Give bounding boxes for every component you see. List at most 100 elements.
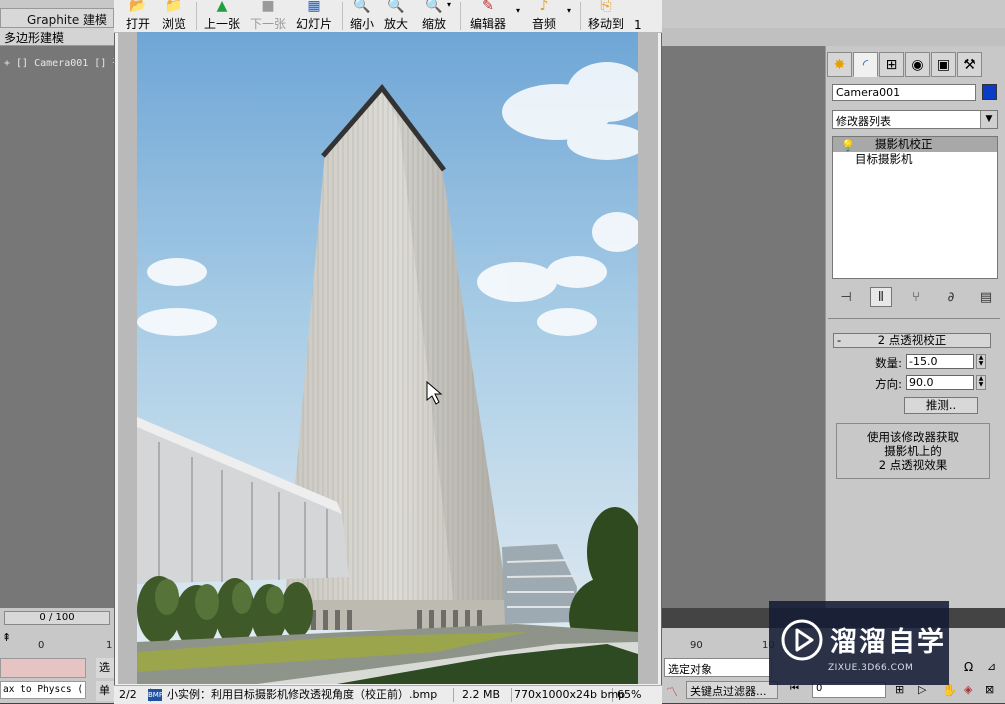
command-panel [825, 46, 1005, 608]
slideshow-button[interactable]: ▦ 幻灯片 [296, 0, 332, 32]
browse-icon: 📁 [165, 0, 183, 14]
configure-modifier-sets-icon[interactable]: ▤ [975, 287, 997, 307]
open-label: 打开 [126, 17, 151, 31]
orbit-icon[interactable]: ◈ [964, 683, 972, 696]
next-label: 下一张 [250, 17, 287, 31]
direction-spinner[interactable]: 90.0 [906, 375, 974, 390]
viewer-status-bar: 2/2 BMP 小实例：利用目标摄影机修改透视角度（校正前）.bmp 2.2 M… [114, 685, 662, 704]
single-button[interactable]: 单 [96, 681, 114, 701]
help-text-line: 使用该修改器获取 [867, 430, 959, 444]
rendered-image[interactable] [137, 32, 638, 684]
object-name-field[interactable]: Camera001 [832, 84, 976, 101]
tick-label: 0 [38, 640, 45, 651]
stack-item-target-camera[interactable]: 目标摄影机 [833, 152, 997, 167]
slideshow-label: 幻灯片 [296, 17, 333, 31]
viewport-label[interactable]: + [] Camera001 [] 平 [4, 54, 122, 69]
separator [580, 2, 581, 30]
create-icon[interactable]: ✸ [827, 52, 852, 77]
slideshow-icon: ▦ [307, 0, 321, 14]
guess-button[interactable]: 推测.. [904, 397, 978, 414]
prev-image-button[interactable]: ▲ 上一张 [204, 0, 240, 32]
toolbar-overflow-button[interactable]: 1 [634, 0, 642, 32]
file-size: 2.2 MB [459, 688, 512, 702]
browse-label: 浏览 [162, 17, 187, 31]
amount-label: 数量: [875, 356, 902, 370]
image-index: 2/2 [116, 688, 151, 702]
stack-item-camera-correction[interactable]: 💡 摄影机校正 [833, 137, 997, 152]
separator [196, 2, 197, 30]
audio-button[interactable]: ♪ 音频 [532, 0, 556, 32]
image-dimensions: 770x1000x24b bmp [511, 688, 625, 702]
command-panel-tabs: ✸ ◜ ⊞ ◉ ▣ ⚒ [827, 52, 982, 78]
separator [342, 2, 343, 30]
graphite-ribbon-tab[interactable]: Graphite 建模工 [0, 8, 114, 44]
hierarchy-icon[interactable]: ⊞ [879, 52, 904, 77]
track-bar[interactable]: ⇞ 0 1 [0, 628, 114, 654]
object-color-swatch[interactable] [982, 84, 997, 100]
zoom-out-button[interactable]: 🔍 缩小 [350, 0, 374, 32]
amount-spinner[interactable]: -15.0 [906, 354, 974, 369]
viewport[interactable] [662, 46, 825, 608]
ribbon-strip [662, 28, 1005, 46]
polygon-modeling-tab[interactable]: 多边形建模 [0, 28, 116, 46]
remove-modifier-icon[interactable]: ∂ [940, 287, 962, 307]
track-bar-icon[interactable]: ⇞ [2, 631, 11, 644]
separator [460, 2, 461, 30]
speaker-icon: ♪ [539, 0, 549, 14]
maxscript-input[interactable]: ax to Physcs ( [0, 681, 86, 699]
spinner-arrows-icon[interactable]: ▲ ▼ [976, 354, 986, 369]
chevron-down-icon[interactable]: ▾ [447, 0, 451, 9]
stack-item-label: 目标摄影机 [855, 152, 913, 166]
maxscript-listener-output[interactable] [0, 658, 86, 678]
divider [828, 318, 1000, 319]
help-text-box: 使用该修改器获取 摄影机上的 2 点透视效果 [836, 423, 990, 479]
zoom-in-label: 放大 [384, 17, 409, 31]
next-image-button[interactable]: ■ 下一张 [250, 0, 286, 32]
open-button[interactable]: 📂 打开 [126, 0, 150, 32]
viewer-toolbar: 📂 打开 📁 浏览 ▲ 上一张 ■ 下一张 ▦ 幻灯片 🔍 缩小 🔍 放大 🔍 … [114, 0, 662, 33]
zoom-button[interactable]: 🔍 缩放 [422, 0, 446, 32]
set-key-icon[interactable]: 〽 [666, 683, 678, 700]
brush-icon: ✎ [482, 0, 494, 14]
watermark-url: ZIXUE.3D66.COM [828, 663, 914, 673]
utilities-icon[interactable]: ⚒ [957, 52, 982, 77]
spinner-arrows-icon[interactable]: ▲ ▼ [976, 375, 986, 390]
prev-label: 上一张 [204, 17, 241, 31]
editor-button[interactable]: ✎ 编辑器 [470, 0, 506, 32]
maximize-toggle-icon[interactable]: ⊠ [985, 683, 994, 696]
pin-stack-icon[interactable]: ⊣ [835, 287, 857, 307]
stack-toolbar: ⊣ Ⅱ ⑂ ∂ ▤ [835, 286, 997, 308]
zoom-in-button[interactable]: 🔍 放大 [384, 0, 408, 32]
orbit-subobject-icon[interactable]: Ω [964, 660, 973, 674]
make-unique-icon[interactable]: ⑂ [905, 287, 927, 307]
tick-label: 1 [106, 640, 113, 651]
bmp-file-icon: BMP [148, 689, 164, 701]
chevron-down-icon[interactable]: ▼ [980, 111, 997, 128]
time-slider[interactable]: 0 / 100 [4, 611, 110, 625]
zoom-in-icon: 🔍 [387, 0, 405, 14]
rollout-header[interactable]: - 2 点透视校正 [833, 333, 991, 348]
chevron-down-icon[interactable]: ▾ [567, 6, 571, 15]
field-of-view-icon[interactable]: ⊿ [987, 660, 996, 673]
lightbulb-icon[interactable]: 💡 [841, 138, 855, 153]
zoom-out-label: 缩小 [350, 17, 375, 31]
viewport[interactable] [0, 46, 114, 608]
motion-icon[interactable]: ◉ [905, 52, 930, 77]
move-to-label: 移动到 [588, 17, 625, 31]
help-text-line: 摄影机上的 [884, 444, 942, 458]
key-filters-button[interactable]: 关键点过滤器... [686, 681, 778, 699]
folder-open-icon: 📂 [129, 0, 147, 14]
browse-button[interactable]: 📁 浏览 [162, 0, 186, 32]
zoom-label: 缩放 [422, 17, 447, 31]
display-icon[interactable]: ▣ [931, 52, 956, 77]
selection-lock-button[interactable]: 选 [96, 658, 114, 678]
stack-item-label: 摄影机校正 [875, 137, 933, 151]
selection-set-dropdown[interactable]: 选定对象 [664, 658, 772, 677]
modify-icon[interactable]: ◜ [853, 52, 878, 77]
show-end-result-icon[interactable]: Ⅱ [870, 287, 892, 307]
move-to-button[interactable]: ⎘ 移动到 [588, 0, 624, 32]
modifier-list-dropdown[interactable]: 修改器列表 ▼ [832, 110, 998, 129]
chevron-down-icon[interactable]: ▾ [516, 6, 520, 15]
pan-hand-icon[interactable]: ✋ [942, 683, 957, 697]
prev-arrow-icon: ▲ [216, 0, 228, 14]
